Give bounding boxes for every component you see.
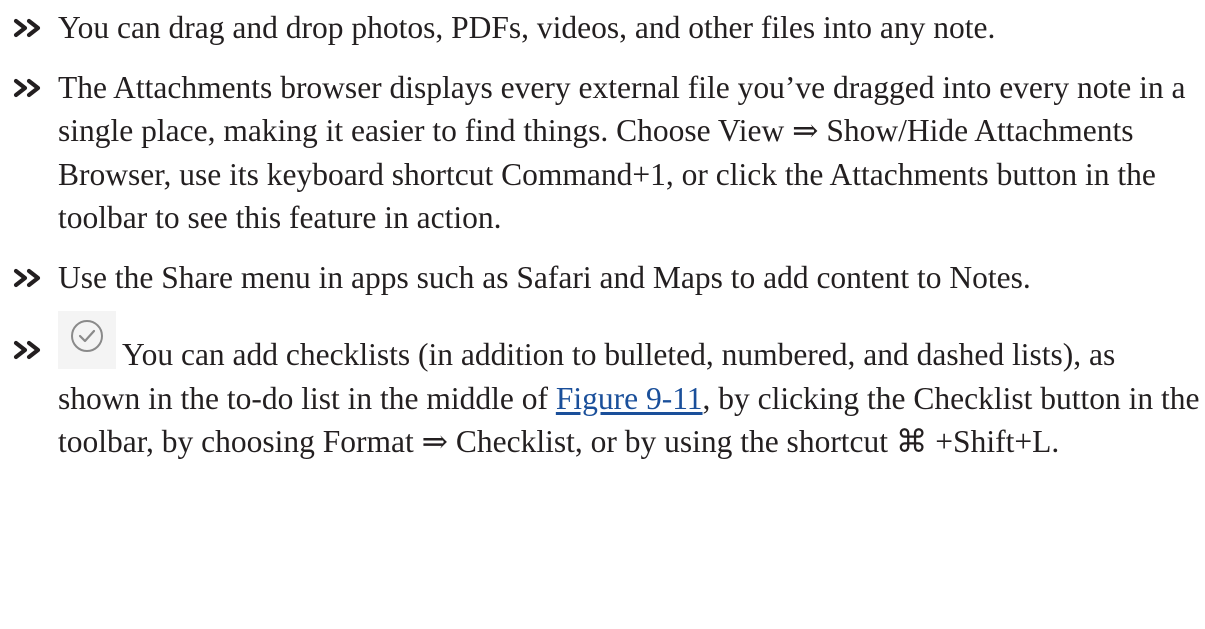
list-item-text: You can drag and drop photos, PDFs, vide… <box>58 10 996 45</box>
list-item: You can add checklists (in addition to b… <box>12 311 1202 464</box>
list-item: Use the Share menu in apps such as Safar… <box>12 256 1202 300</box>
list-item-text: Use the Share menu in apps such as Safar… <box>58 259 1031 295</box>
double-chevron-right-icon <box>12 16 48 40</box>
figure-link[interactable]: Figure 9-11 <box>556 381 703 416</box>
double-chevron-right-icon <box>12 76 48 100</box>
list-item: The Attachments browser displays every e… <box>12 66 1202 240</box>
list-item-text: The Attachments browser displays every e… <box>58 69 1186 236</box>
bullet-list: You can drag and drop photos, PDFs, vide… <box>12 6 1202 464</box>
checklist-icon <box>58 311 116 369</box>
list-item: You can drag and drop photos, PDFs, vide… <box>12 6 1202 50</box>
double-chevron-right-icon <box>12 338 48 362</box>
double-chevron-right-icon <box>12 266 48 290</box>
